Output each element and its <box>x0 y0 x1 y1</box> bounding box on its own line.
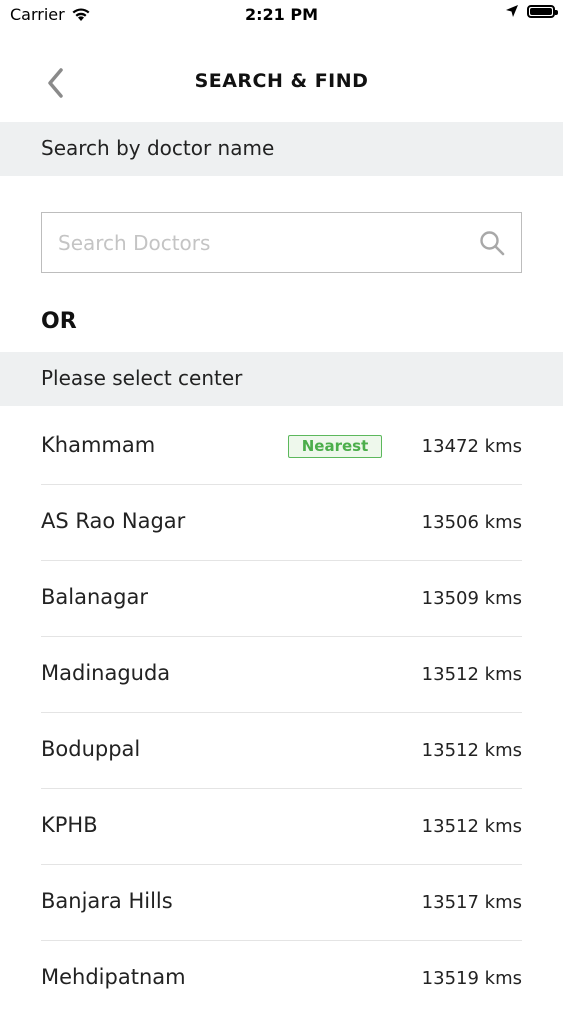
center-section-header: Please select center <box>0 352 563 406</box>
center-distance: 13509 kms <box>421 588 522 609</box>
battery-icon <box>527 4 558 18</box>
center-name: Madinaguda <box>41 661 171 685</box>
center-item-boduppal[interactable]: Boduppal 13512 kms <box>41 713 522 789</box>
nav-header: SEARCH & FIND <box>0 52 563 112</box>
center-item-as-rao-nagar[interactable]: AS Rao Nagar 13506 kms <box>41 485 522 561</box>
center-item-balanagar[interactable]: Balanagar 13509 kms <box>41 561 522 637</box>
nearest-badge: Nearest <box>288 435 382 458</box>
center-distance: 13519 kms <box>421 968 522 989</box>
doctor-section-label: Search by doctor name <box>41 136 275 160</box>
status-right-icons <box>505 4 558 18</box>
center-name: Mehdipatnam <box>41 965 186 989</box>
status-bar: Carrier 2:21 PM <box>0 0 563 30</box>
search-icon[interactable] <box>479 230 505 256</box>
center-list: Khammam Nearest 13472 kms AS Rao Nagar 1… <box>41 409 522 1016</box>
center-name: Boduppal <box>41 737 141 761</box>
center-name: Banjara Hills <box>41 889 173 913</box>
center-item-madinaguda[interactable]: Madinaguda 13512 kms <box>41 637 522 713</box>
center-name: Khammam <box>41 433 156 457</box>
center-distance: 13512 kms <box>421 664 522 685</box>
status-time: 2:21 PM <box>244 5 318 24</box>
center-distance: 13517 kms <box>421 892 522 913</box>
center-item-mehdipatnam[interactable]: Mehdipatnam 13519 kms <box>41 941 522 1016</box>
page-title: SEARCH & FIND <box>194 70 369 92</box>
search-input[interactable] <box>56 213 460 273</box>
center-item-khammam[interactable]: Khammam Nearest 13472 kms <box>41 409 522 485</box>
center-item-kphb[interactable]: KPHB 13512 kms <box>41 789 522 865</box>
center-name: KPHB <box>41 813 98 837</box>
location-arrow-icon <box>506 5 518 17</box>
center-name: Balanagar <box>41 585 148 609</box>
search-field <box>41 212 522 273</box>
center-distance: 13506 kms <box>421 512 522 533</box>
center-name: AS Rao Nagar <box>41 509 186 533</box>
center-distance: 13512 kms <box>421 740 522 761</box>
battery-level <box>530 7 552 15</box>
center-item-banjara-hills[interactable]: Banjara Hills 13517 kms <box>41 865 522 941</box>
doctor-section-header: Search by doctor name <box>0 122 563 176</box>
center-distance: 13472 kms <box>421 436 522 457</box>
center-section-label: Please select center <box>41 366 243 390</box>
or-divider: OR <box>41 309 77 334</box>
center-distance: 13512 kms <box>421 816 522 837</box>
